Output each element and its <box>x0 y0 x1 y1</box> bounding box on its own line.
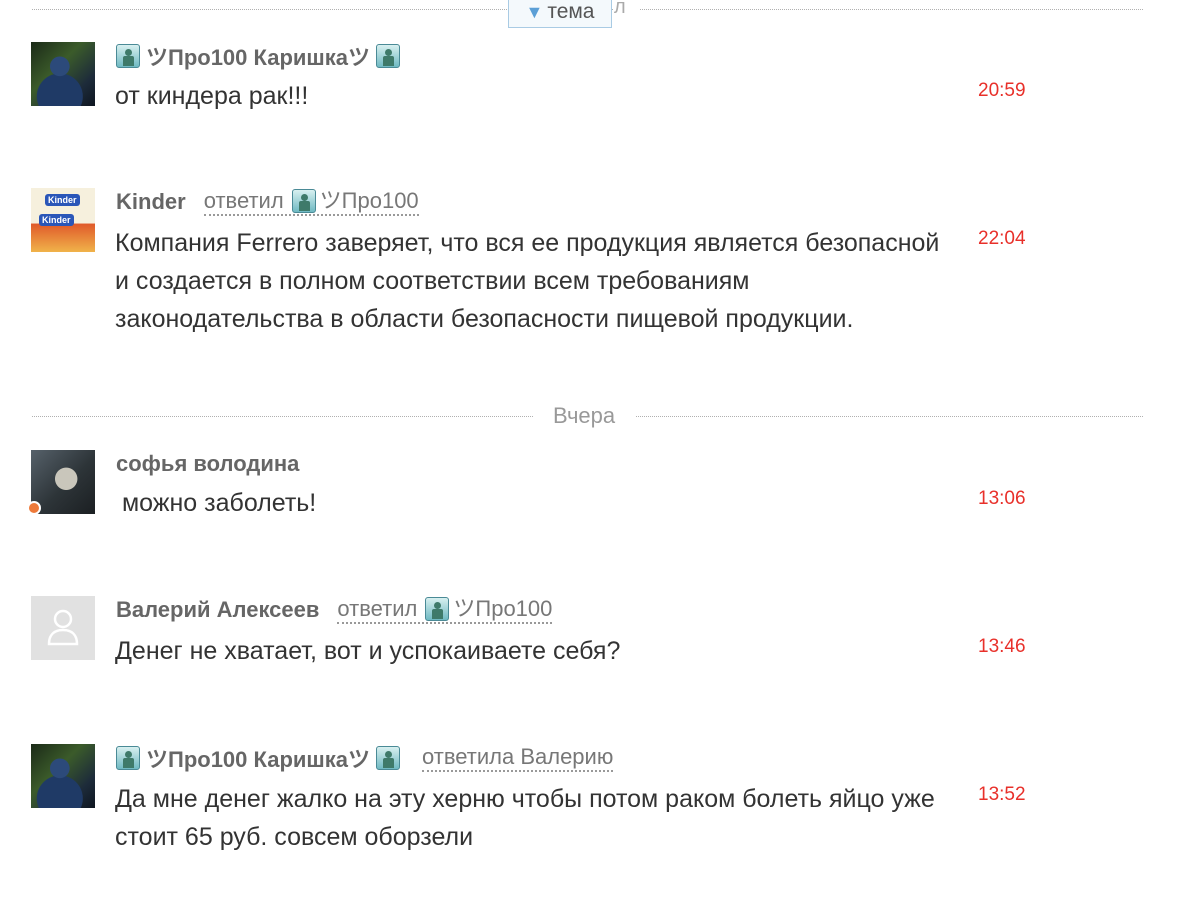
message-time[interactable]: 20:59 <box>978 80 1026 102</box>
avatar-logo-text: Kinder <box>45 194 80 206</box>
author-line: Валерий Алексеев ответил ツПро100 <box>116 596 553 624</box>
message-time[interactable]: 13:46 <box>978 636 1026 658</box>
avatar[interactable] <box>31 42 95 106</box>
author-name[interactable]: Валерий Алексеев <box>116 597 319 623</box>
avatar-logo-text: Kinder <box>39 214 74 226</box>
message-text: Денег не хватает, вот и успокаиваете себ… <box>115 637 621 665</box>
reply-label: ответил <box>203 188 284 213</box>
author-name[interactable]: софья володина <box>116 451 299 477</box>
message-text: можно заболеть! <box>115 489 317 517</box>
statue-of-liberty-icon <box>291 189 316 213</box>
triangle-down-icon: ▼ <box>525 2 544 22</box>
reply-target: ツПро100 <box>453 596 553 621</box>
author-name-text: ツПро100 Каришкаツ <box>146 747 370 772</box>
reply-to-link[interactable]: ответила Валерию <box>422 744 614 772</box>
topic-label: тема <box>547 0 595 23</box>
message-time[interactable]: 22:04 <box>978 228 1026 250</box>
author-line: Kinder ответил ツПро100 <box>116 188 419 216</box>
statue-of-liberty-icon <box>425 597 450 621</box>
author-line: софья володина <box>116 450 299 478</box>
author-line: ツПро100 Каришкаツ <box>116 42 400 70</box>
author-name[interactable]: ツПро100 Каришкаツ <box>116 40 400 72</box>
avatar[interactable] <box>31 744 95 808</box>
avatar[interactable] <box>31 596 95 660</box>
avatar[interactable] <box>31 450 95 514</box>
message-time[interactable]: 13:06 <box>978 488 1026 510</box>
reply-to-link[interactable]: ответил ツПро100 <box>203 188 419 216</box>
user-placeholder-icon <box>47 609 79 646</box>
date-divider-label: Вчера <box>533 402 636 430</box>
topic-trail-text: л <box>614 0 640 19</box>
message-text: Да мне денег жалко на эту херню чтобы по… <box>115 785 935 851</box>
author-name[interactable]: Kinder <box>116 189 186 215</box>
statue-of-liberty-icon <box>376 44 400 68</box>
reply-label: ответил <box>337 596 418 621</box>
statue-of-liberty-icon <box>116 746 140 770</box>
author-line: ツПро100 Каришкаツ ответила Валерию <box>116 742 614 774</box>
statue-of-liberty-icon <box>116 44 140 68</box>
author-name-text: ツПро100 Каришкаツ <box>146 45 370 70</box>
message-text: Компания Ferrero заверяет, что вся ее пр… <box>115 229 940 333</box>
topic-button[interactable]: ▼ тема <box>508 0 612 28</box>
avatar[interactable]: Kinder Kinder <box>31 188 95 252</box>
reply-target: ツПро100 <box>319 188 419 213</box>
statue-of-liberty-icon <box>376 746 400 770</box>
message-text: от киндера рак!!! <box>115 82 309 110</box>
reply-to-link[interactable]: ответил ツПро100 <box>337 596 553 624</box>
online-status-indicator <box>27 501 41 515</box>
reply-label: ответила Валерию <box>422 744 614 769</box>
author-name[interactable]: ツПро100 Каришкаツ <box>116 742 400 774</box>
message-time[interactable]: 13:52 <box>978 784 1026 806</box>
